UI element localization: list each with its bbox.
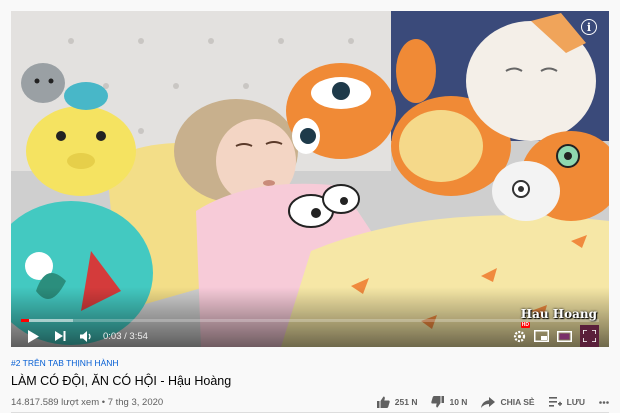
like-button[interactable]: 251 N: [376, 396, 418, 408]
progress-buffer: [28, 319, 73, 322]
save-icon: [548, 397, 562, 407]
video-meta: #2 TRÊN TAB THỊNH HÀNH LÀM CÓ ĐỘI, ĂN CÓ…: [11, 358, 609, 388]
video-player[interactable]: i Hau Hoang 0:03 / 3:54 HD: [11, 11, 609, 347]
info-icon[interactable]: i: [581, 19, 597, 35]
play-icon[interactable]: [27, 325, 39, 347]
time-display: 0:03 / 3:54: [103, 331, 148, 342]
dislike-count: 10 N: [449, 397, 468, 407]
dislike-icon: [431, 396, 445, 408]
save-label: LƯU: [566, 397, 585, 407]
volume-icon[interactable]: [80, 325, 93, 347]
save-button[interactable]: LƯU: [548, 397, 585, 407]
fullscreen-icon[interactable]: [580, 325, 599, 347]
dislike-button[interactable]: 10 N: [431, 396, 467, 408]
duration: 3:54: [129, 330, 148, 342]
trending-hashtag[interactable]: #2 TRÊN TAB THỊNH HÀNH: [11, 358, 609, 368]
share-icon: [481, 396, 496, 408]
player-controls: 0:03 / 3:54 HD: [11, 322, 609, 347]
like-icon: [376, 396, 390, 408]
action-bar: 251 N 10 N CHIA SẺ LƯU: [376, 396, 609, 408]
hd-badge: HD: [520, 322, 530, 328]
more-icon[interactable]: [599, 400, 609, 404]
progress-bar[interactable]: [21, 319, 599, 322]
share-button[interactable]: CHIA SẺ: [481, 396, 535, 408]
theater-icon[interactable]: [557, 325, 572, 347]
info-row: 14.817.589 lượt xem • 7 thg 3, 2020 251 …: [11, 394, 609, 410]
next-icon[interactable]: [55, 325, 66, 347]
video-title: LÀM CÓ ĐỘI, ĂN CÓ HỘI - Hậu Hoàng: [11, 374, 232, 388]
progress-fill: [21, 319, 29, 322]
like-count: 251 N: [394, 397, 418, 407]
miniplayer-icon[interactable]: [534, 325, 549, 347]
current-time: 0:03: [103, 330, 122, 342]
view-count: 14.817.589 lượt xem • 7 thg 3, 2020: [11, 396, 164, 408]
settings-icon[interactable]: HD: [513, 322, 530, 347]
share-label: CHIA SẺ: [500, 397, 535, 407]
